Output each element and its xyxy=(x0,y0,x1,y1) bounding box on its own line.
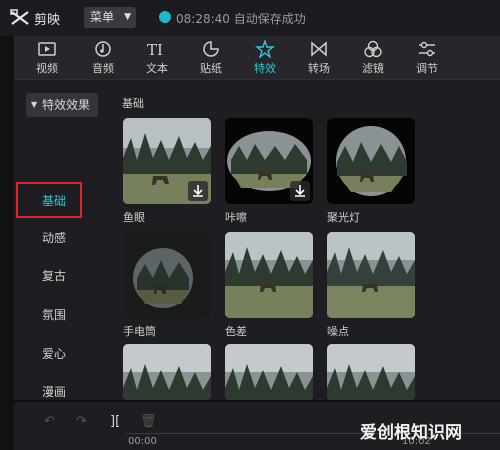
effects-category-sidebar: ▼ 特效效果 基础 动感 复古 氛围 爱心 漫画 自然 xyxy=(14,81,110,435)
adjust-icon xyxy=(419,41,435,57)
tab-label: 音频 xyxy=(92,62,114,75)
sidebar-item-retro[interactable]: 复古 xyxy=(14,267,94,284)
tab-filter[interactable]: 滤镜 xyxy=(350,38,396,78)
timeline-start-time: 00:00 xyxy=(128,436,157,447)
effect-label: 鱼眼 xyxy=(123,211,145,224)
sidebar-item-atmosphere[interactable]: 氛围 xyxy=(14,306,94,323)
app-name: 剪映 xyxy=(34,13,61,28)
effects-icon xyxy=(255,40,275,58)
effect-thumbnail xyxy=(327,232,415,318)
tab-label: 视频 xyxy=(36,62,58,75)
effect-card[interactable] xyxy=(123,344,211,400)
title-bar: 剪映 菜单 ▼ 08:28:40 自动保存成功 xyxy=(0,0,500,36)
chevron-down-icon: ▼ xyxy=(124,12,131,22)
effect-thumbnail xyxy=(225,344,313,400)
media-toolbar: 视频 音频 TI 文本 贴纸 特效 转场 滤镜 调节 xyxy=(14,36,500,80)
sidebar-item-basic[interactable]: 基础 xyxy=(14,192,94,209)
effect-thumbnail xyxy=(123,232,211,318)
left-edge xyxy=(0,36,14,450)
tab-label: 转场 xyxy=(308,62,330,75)
effect-card[interactable] xyxy=(327,344,415,400)
video-icon xyxy=(38,42,56,56)
watermark: 爱创根知识网 xyxy=(360,423,462,443)
effect-card-click[interactable] xyxy=(225,118,313,204)
svg-text:TI: TI xyxy=(147,41,163,58)
effect-card-chromatic[interactable] xyxy=(225,232,313,318)
effect-card[interactable] xyxy=(225,344,313,400)
sidebar-item-love[interactable]: 爱心 xyxy=(14,345,94,362)
check-circle-icon xyxy=(159,11,171,23)
tab-transition[interactable]: 转场 xyxy=(296,38,342,78)
sticker-icon xyxy=(203,41,219,57)
tab-label: 文本 xyxy=(146,62,168,75)
tab-label: 贴纸 xyxy=(200,62,222,75)
tab-adjust[interactable]: 调节 xyxy=(404,38,450,78)
menu-button[interactable]: 菜单 ▼ xyxy=(84,7,136,28)
download-icon[interactable] xyxy=(188,181,208,201)
tab-label: 调节 xyxy=(416,62,438,75)
redo-icon[interactable]: ↷ xyxy=(76,414,87,429)
tab-text[interactable]: TI 文本 xyxy=(134,38,180,78)
tab-video[interactable]: 视频 xyxy=(24,38,70,78)
section-title: 基础 xyxy=(122,97,144,110)
effect-label: 咔嚓 xyxy=(225,211,247,224)
category-group-header[interactable]: ▼ 特效效果 xyxy=(26,93,98,117)
audio-icon xyxy=(95,41,111,57)
effect-thumbnail xyxy=(327,118,415,204)
text-icon: TI xyxy=(147,41,163,58)
effect-thumbnail xyxy=(327,344,415,400)
app-logo-icon xyxy=(10,9,29,25)
effect-label: 手电筒 xyxy=(123,325,156,338)
tab-effects[interactable]: 特效 xyxy=(242,38,288,78)
effect-card-fisheye[interactable] xyxy=(123,118,211,204)
tab-audio[interactable]: 音频 xyxy=(80,38,126,78)
effect-label: 聚光灯 xyxy=(327,211,360,224)
effects-grid: 基础 鱼眼 咔嚓 聚光灯 手电筒 色差 噪点 xyxy=(110,81,500,400)
effect-label: 噪点 xyxy=(327,325,349,338)
undo-icon[interactable]: ↶ xyxy=(44,414,55,429)
effect-card-spotlight[interactable] xyxy=(327,118,415,204)
tab-label: 特效 xyxy=(254,62,276,75)
transition-icon xyxy=(311,41,327,57)
effect-card-noise[interactable] xyxy=(327,232,415,318)
delete-icon[interactable]: 🗑 xyxy=(140,414,157,429)
effect-card-flashlight[interactable] xyxy=(123,232,211,318)
sidebar-item-comic[interactable]: 漫画 xyxy=(14,383,94,400)
effect-thumbnail xyxy=(123,344,211,400)
effect-thumbnail xyxy=(225,232,313,318)
effects-panel: 视频 音频 TI 文本 贴纸 特效 转场 滤镜 调节 ▼ 特效效果 基础 动感 … xyxy=(14,36,500,435)
menu-button-label: 菜单 xyxy=(90,10,115,24)
caret-down-icon: ▼ xyxy=(31,100,38,109)
filter-icon xyxy=(364,40,382,58)
download-icon[interactable] xyxy=(290,181,310,201)
tab-label: 滤镜 xyxy=(362,62,384,75)
effect-label: 色差 xyxy=(225,325,247,338)
autosave-status: 08:28:40 自动保存成功 xyxy=(176,12,306,26)
split-icon[interactable]: ][ xyxy=(110,414,120,429)
tab-sticker[interactable]: 贴纸 xyxy=(188,38,234,78)
category-group-label: 特效效果 xyxy=(42,98,91,112)
sidebar-item-dynamic[interactable]: 动感 xyxy=(14,229,94,246)
